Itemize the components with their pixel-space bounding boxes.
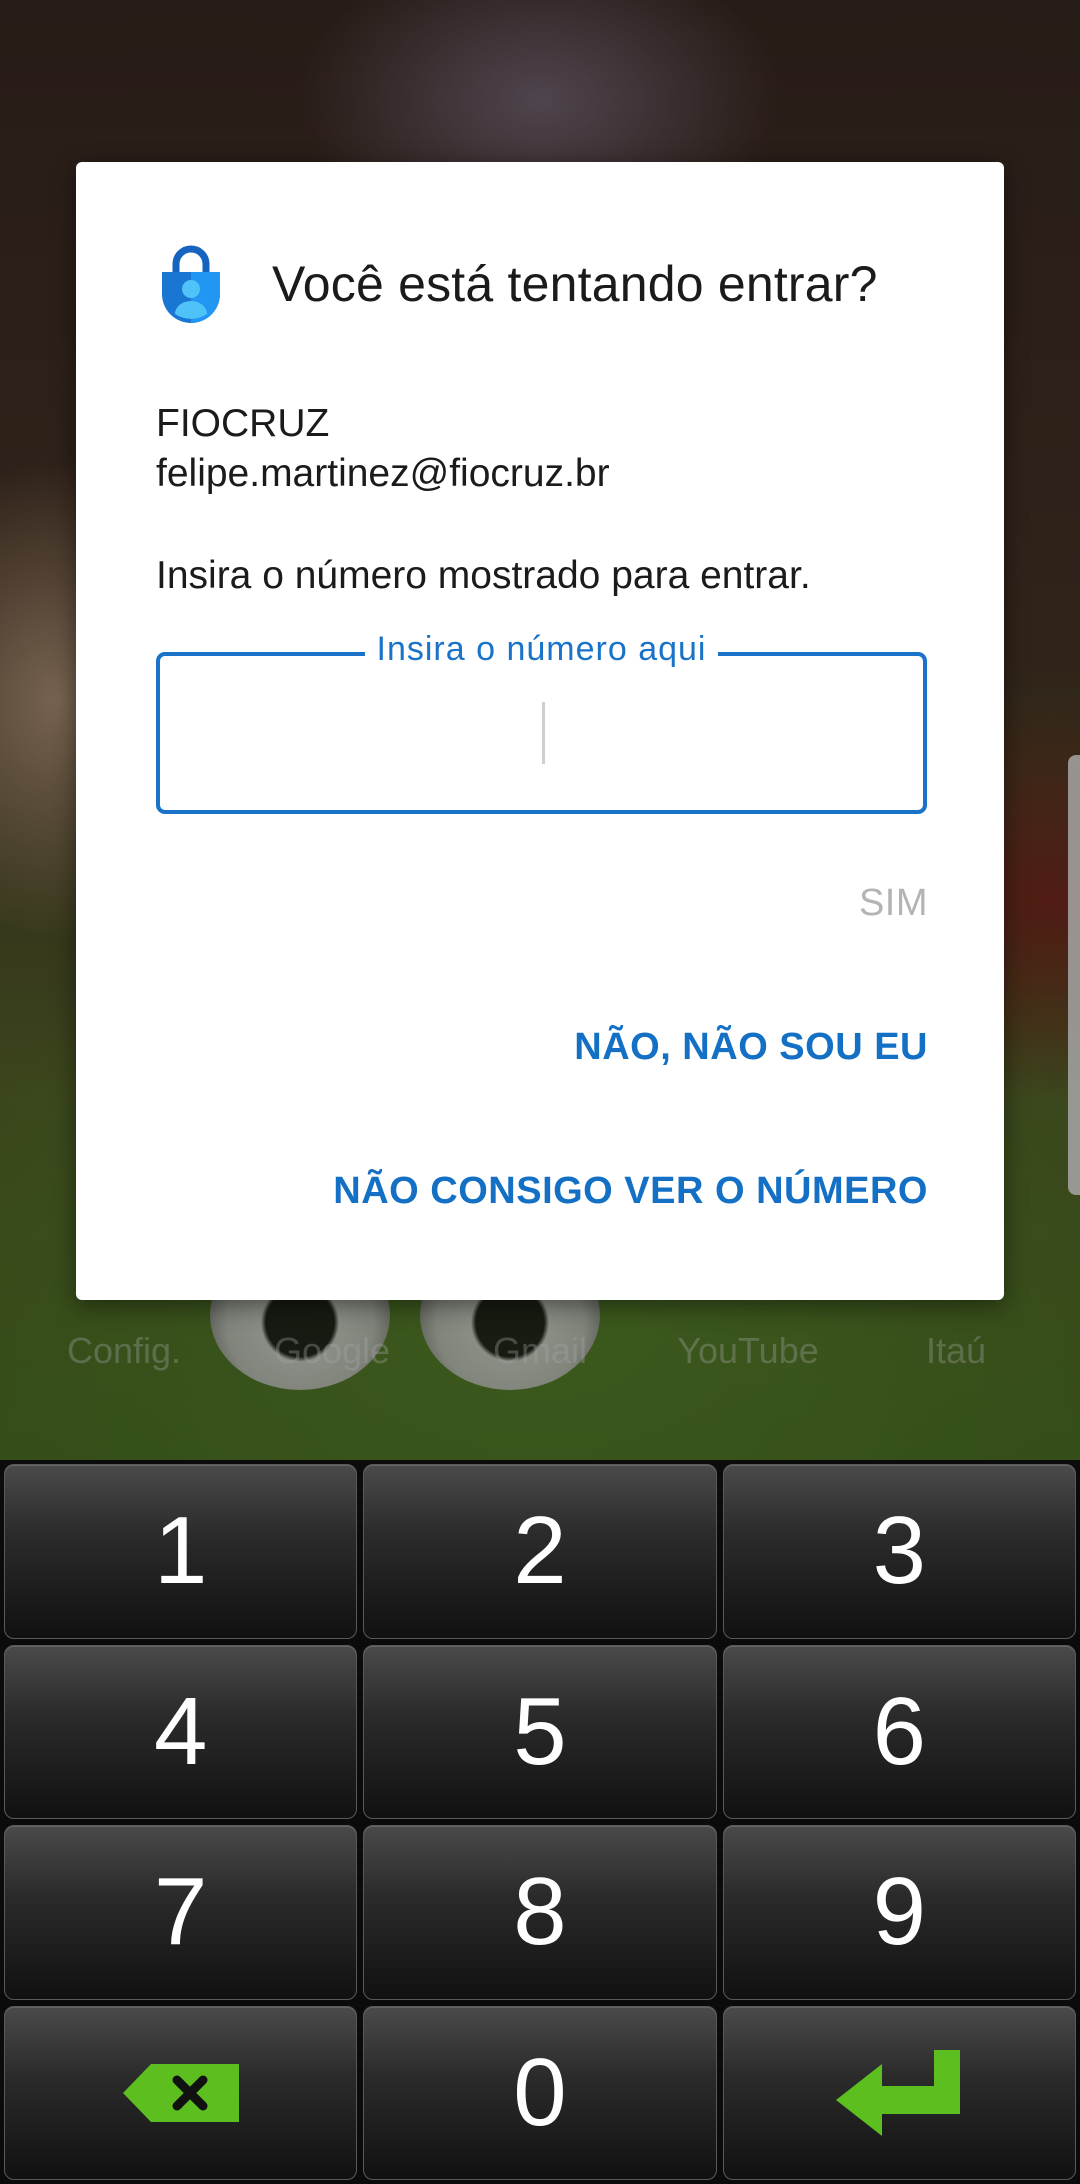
key-7[interactable]: 7: [4, 1825, 358, 2000]
key-8[interactable]: 8: [363, 1825, 717, 2000]
authenticator-lock-icon: [162, 245, 220, 323]
backspace-icon: [122, 2063, 239, 2122]
dialog-header: Você está tentando entrar?: [156, 244, 878, 324]
enter-icon: [836, 2049, 961, 2136]
instruction-text: Insira o número mostrado para entrar.: [156, 554, 811, 597]
key-1[interactable]: 1: [4, 1464, 358, 1639]
enter-key[interactable]: [722, 2005, 1076, 2180]
cant-see-number-button[interactable]: NÃO CONSIGO VER O NÚMERO: [333, 1170, 928, 1213]
numeric-keypad: 1 2 3 4 5 6 7 8 9 0: [0, 1460, 1080, 2184]
key-4[interactable]: 4: [4, 1644, 358, 1819]
key-2[interactable]: 2: [363, 1464, 717, 1639]
account-email: felipe.martinez@fiocruz.br: [156, 452, 610, 495]
yes-button[interactable]: SIM: [859, 882, 928, 925]
organization-name: FIOCRUZ: [156, 402, 330, 445]
sign-in-approval-dialog: Você está tentando entrar? FIOCRUZ felip…: [76, 162, 1004, 1300]
number-field[interactable]: Insira o número aqui: [156, 630, 927, 814]
key-9[interactable]: 9: [722, 1825, 1076, 2000]
key-6[interactable]: 6: [722, 1644, 1076, 1819]
key-3[interactable]: 3: [722, 1464, 1076, 1639]
deny-button[interactable]: NÃO, NÃO SOU EU: [574, 1026, 928, 1069]
text-cursor: [542, 702, 545, 764]
dialog-title: Você está tentando entrar?: [272, 256, 878, 312]
key-5[interactable]: 5: [363, 1644, 717, 1819]
backspace-key[interactable]: [4, 2005, 358, 2180]
key-0[interactable]: 0: [363, 2005, 717, 2180]
